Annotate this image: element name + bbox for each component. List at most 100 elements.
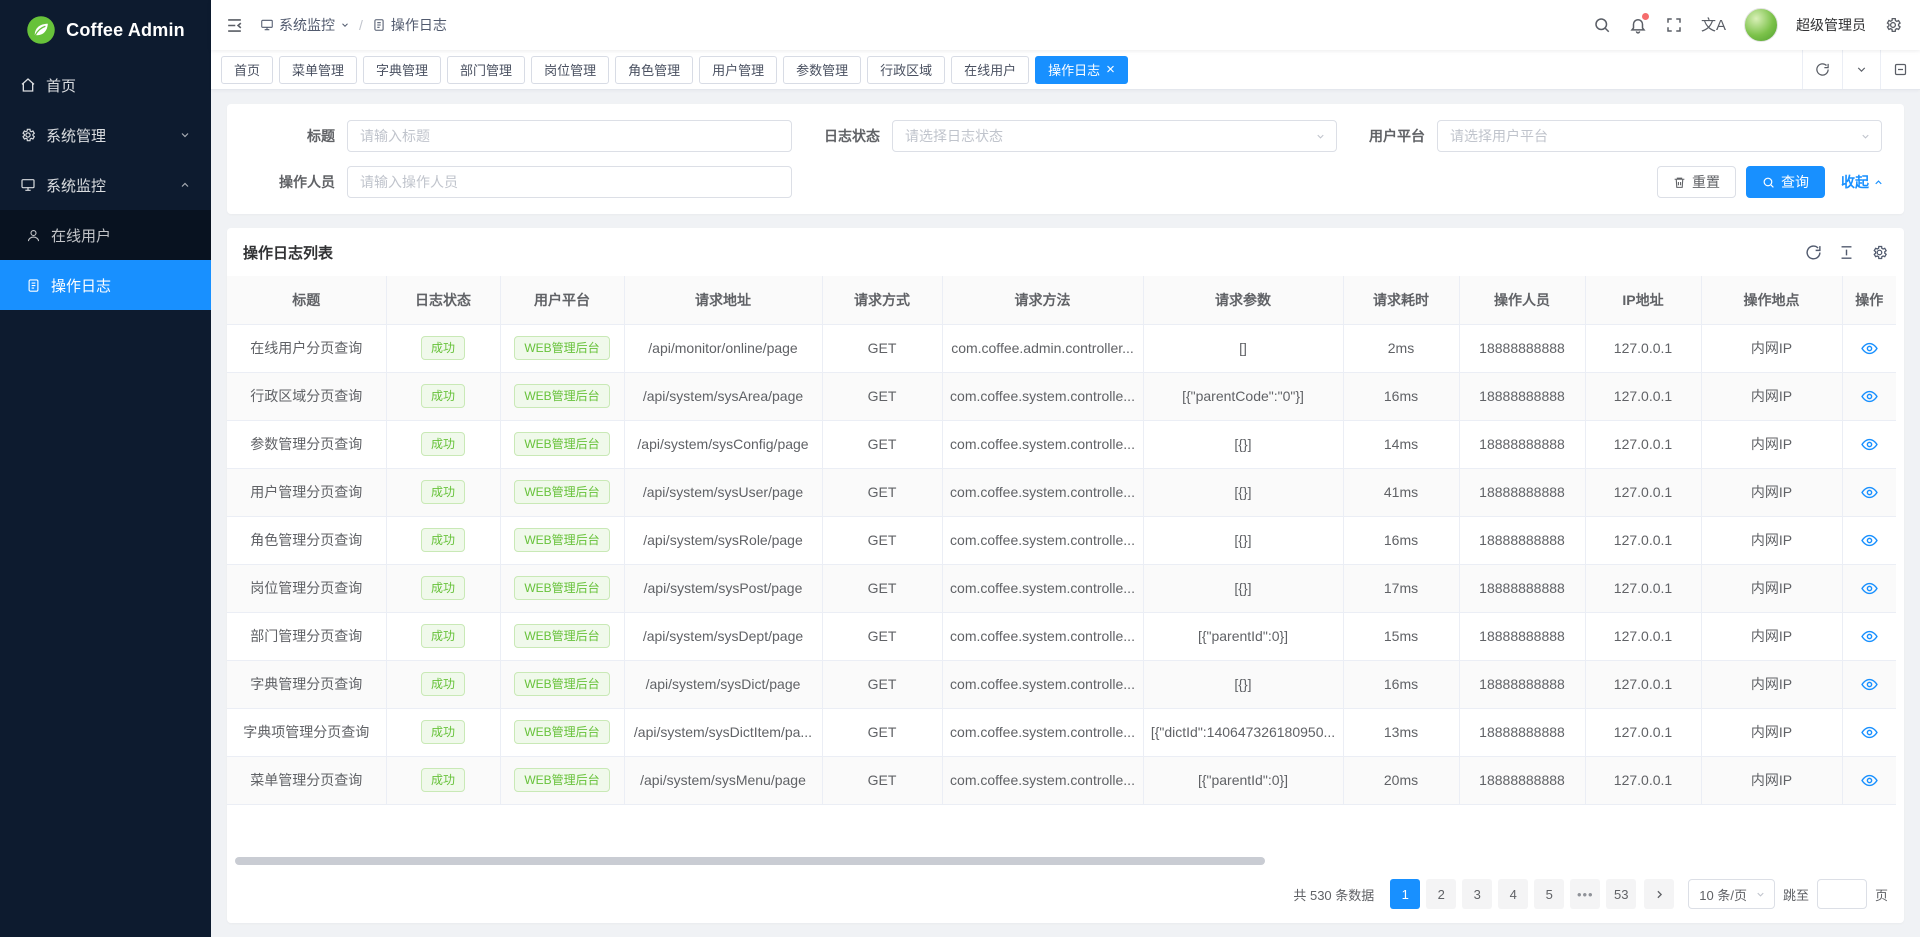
sidebar-collapse-icon[interactable] <box>225 16 244 35</box>
sidebar-item-label: 系统监控 <box>46 175 106 196</box>
cell-log-status: 成功 <box>386 756 500 804</box>
breadcrumb-system-monitor[interactable]: 系统监控 <box>260 15 350 35</box>
cell-log-status: 成功 <box>386 660 500 708</box>
tab-5[interactable]: 角色管理 <box>615 56 693 84</box>
username[interactable]: 超级管理员 <box>1796 15 1866 35</box>
tab-2[interactable]: 字典管理 <box>363 56 441 84</box>
view-detail-eye-icon[interactable] <box>1861 484 1878 501</box>
tab-7[interactable]: 参数管理 <box>783 56 861 84</box>
refresh-icon[interactable] <box>1805 244 1822 261</box>
page-3-button[interactable]: 3 <box>1462 879 1492 909</box>
view-detail-eye-icon[interactable] <box>1861 340 1878 357</box>
tab-label: 行政区域 <box>880 60 932 79</box>
filter-label-user-platform: 用户平台 <box>1337 126 1437 146</box>
tab-1[interactable]: 菜单管理 <box>279 56 357 84</box>
notification-bell-icon[interactable] <box>1629 16 1647 34</box>
sidebar-item-home[interactable]: 首页 <box>0 60 211 110</box>
cell-request-url: /api/system/sysArea/page <box>624 372 822 420</box>
chevron-down-icon[interactable] <box>1842 50 1880 89</box>
cell-ip-address: 127.0.0.1 <box>1585 564 1701 612</box>
pagination-pages: 12345•••53 <box>1390 879 1636 909</box>
cell-user-platform: WEB管理后台 <box>500 420 624 468</box>
tab-9[interactable]: 在线用户 <box>951 56 1029 84</box>
stretch-icon[interactable] <box>1838 244 1855 261</box>
page-size-select[interactable]: 10 条/页 <box>1688 879 1775 909</box>
user-platform-select[interactable]: 请选择用户平台 <box>1437 120 1882 152</box>
page-2-button[interactable]: 2 <box>1426 879 1456 909</box>
query-button[interactable]: 查询 <box>1746 166 1825 198</box>
log-status-select[interactable]: 请选择日志状态 <box>892 120 1337 152</box>
view-detail-eye-icon[interactable] <box>1861 628 1878 645</box>
column-header: 请求地址 <box>624 276 822 324</box>
cell-ip-address: 127.0.0.1 <box>1585 660 1701 708</box>
tab-label: 操作日志 <box>1048 60 1100 79</box>
view-detail-eye-icon[interactable] <box>1861 388 1878 405</box>
translate-icon[interactable]: 文A <box>1701 18 1726 33</box>
tab-8[interactable]: 行政区域 <box>867 56 945 84</box>
pagination-more-icon[interactable]: ••• <box>1570 879 1600 909</box>
close-icon[interactable]: × <box>1106 62 1115 77</box>
cell-request-duration: 14ms <box>1343 420 1459 468</box>
avatar[interactable] <box>1744 8 1778 42</box>
sidebar-item-label: 首页 <box>46 75 76 96</box>
cell-ip-address: 127.0.0.1 <box>1585 756 1701 804</box>
collapse-label: 收起 <box>1841 172 1869 192</box>
tab-0[interactable]: 首页 <box>221 56 273 84</box>
status-tag: 成功 <box>421 432 465 456</box>
page-5-button[interactable]: 5 <box>1534 879 1564 909</box>
column-header: 请求方法 <box>942 276 1143 324</box>
settings-gear-icon[interactable] <box>1884 16 1902 34</box>
view-detail-eye-icon[interactable] <box>1861 724 1878 741</box>
operator-input[interactable] <box>347 166 792 198</box>
tabs-options-icon[interactable] <box>1880 50 1920 89</box>
filter-label-title: 标题 <box>247 126 347 146</box>
tab-3[interactable]: 部门管理 <box>447 56 525 84</box>
column-header: 请求耗时 <box>1343 276 1459 324</box>
status-tag: 成功 <box>421 720 465 744</box>
horizontal-scrollbar-thumb[interactable] <box>235 857 1265 865</box>
collapse-filters-link[interactable]: 收起 <box>1841 172 1884 192</box>
operation-log-table: 标题日志状态用户平台请求地址请求方式请求方法请求参数请求耗时操作人员IP地址操作… <box>227 276 1896 805</box>
cell-user-platform: WEB管理后台 <box>500 324 624 372</box>
title-input[interactable] <box>347 120 792 152</box>
view-detail-eye-icon[interactable] <box>1861 580 1878 597</box>
sidebar-item-online-users[interactable]: 在线用户 <box>0 210 211 260</box>
view-detail-eye-icon[interactable] <box>1861 532 1878 549</box>
cell-ip-address: 127.0.0.1 <box>1585 468 1701 516</box>
sidebar-item-system-monitor[interactable]: 系统监控 <box>0 160 211 210</box>
refresh-icon[interactable] <box>1802 50 1842 89</box>
main-area: 系统监控 / 操作日志 文A 超级管理员 首页菜单 <box>211 0 1920 937</box>
sidebar-item-system-management[interactable]: 系统管理 <box>0 110 211 160</box>
cell-log-status: 成功 <box>386 564 500 612</box>
view-detail-eye-icon[interactable] <box>1861 676 1878 693</box>
cell-request-url: /api/system/sysDict/page <box>624 660 822 708</box>
view-detail-eye-icon[interactable] <box>1861 772 1878 789</box>
search-icon[interactable] <box>1593 16 1611 34</box>
cell-ip-address: 127.0.0.1 <box>1585 420 1701 468</box>
cell-request-method: GET <box>822 756 942 804</box>
tab-10[interactable]: 操作日志 × <box>1035 56 1128 84</box>
tab-4[interactable]: 岗位管理 <box>531 56 609 84</box>
page-1-button[interactable]: 1 <box>1390 879 1420 909</box>
chevron-up-icon <box>1873 177 1884 188</box>
sidebar-item-label: 系统管理 <box>46 125 106 146</box>
tab-6[interactable]: 用户管理 <box>699 56 777 84</box>
cell-request-function: com.coffee.system.controlle... <box>942 372 1143 420</box>
cell-log-status: 成功 <box>386 612 500 660</box>
search-icon <box>1762 176 1775 189</box>
page-4-button[interactable]: 4 <box>1498 879 1528 909</box>
cell-action <box>1842 468 1896 516</box>
column-settings-gear-icon[interactable] <box>1871 244 1888 261</box>
page-53-button[interactable]: 53 <box>1606 879 1636 909</box>
fullscreen-icon[interactable] <box>1665 16 1683 34</box>
jump-page-input[interactable] <box>1817 879 1867 909</box>
view-detail-eye-icon[interactable] <box>1861 436 1878 453</box>
cell-location: 内网IP <box>1701 516 1842 564</box>
cell-request-url: /api/system/sysPost/page <box>624 564 822 612</box>
next-page-button[interactable] <box>1644 879 1674 909</box>
cell-action <box>1842 612 1896 660</box>
sidebar-item-operation-log[interactable]: 操作日志 <box>0 260 211 310</box>
reset-button[interactable]: 重置 <box>1657 166 1736 198</box>
cell-user-platform: WEB管理后台 <box>500 660 624 708</box>
tab-label: 部门管理 <box>460 60 512 79</box>
